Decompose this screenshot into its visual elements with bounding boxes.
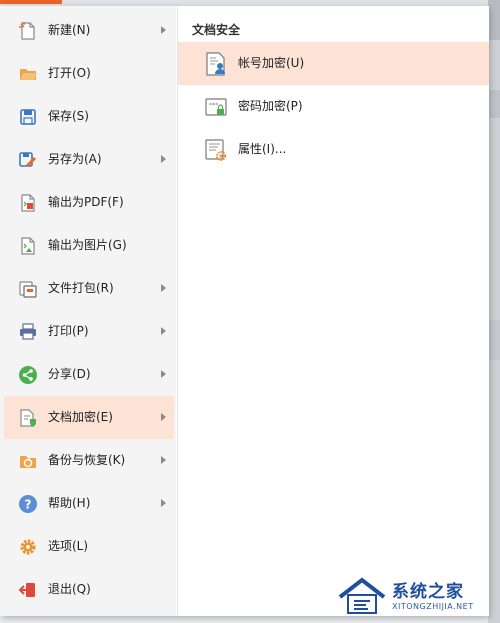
new-file-icon	[19, 22, 35, 40]
package-icon	[19, 281, 37, 298]
menu-item-label: 帮助(H)	[48, 496, 91, 510]
watermark-brand-name: 系统之家	[392, 582, 464, 602]
menu-item-package[interactable]: 文件打包(R)	[4, 267, 174, 310]
menu-item-label: 退出(Q)	[48, 582, 91, 596]
account-encrypt-icon	[206, 52, 225, 76]
svg-text:?: ?	[25, 498, 32, 512]
save-as-icon	[19, 152, 36, 167]
submenu-item-label: 帐号加密(U)	[238, 56, 305, 70]
menu-item-encrypt-document[interactable]: 文档加密(E)	[4, 396, 174, 439]
menu-item-share[interactable]: 分享(D)	[4, 353, 174, 396]
menu-item-save[interactable]: 保存(S)	[4, 95, 174, 138]
submenu-item-properties[interactable]: 属性(I)...	[178, 128, 489, 171]
menu-item-save-as[interactable]: 另存为(A)	[4, 138, 174, 181]
menu-item-options[interactable]: 选项(L)	[4, 525, 174, 568]
submenu-arrow-icon	[161, 413, 166, 421]
submenu-item-label: 密码加密(P)	[238, 99, 303, 113]
submenu-arrow-icon	[161, 327, 166, 335]
menu-item-label: 文档加密(E)	[48, 410, 113, 424]
house-logo-icon	[338, 577, 386, 614]
submenu-arrow-icon	[161, 456, 166, 464]
menu-item-label: 保存(S)	[48, 109, 89, 123]
options-gear-icon	[20, 539, 36, 555]
menu-item-label: 备份与恢复(K)	[48, 453, 126, 467]
submenu-item-password-encrypt[interactable]: *** 密码加密(P)	[178, 85, 489, 128]
svg-text:***: ***	[209, 102, 218, 109]
backup-restore-icon	[20, 456, 36, 468]
file-menu-left-pane: 新建(N) 打开(O) 保存(S) 另存为(A) 输出为PDF(F) 输出为图片…	[0, 6, 176, 616]
menu-item-print[interactable]: 打印(P)	[4, 310, 174, 353]
submenu-arrow-icon	[161, 155, 166, 163]
properties-icon	[205, 139, 226, 161]
export-pdf-icon	[21, 194, 35, 212]
menu-item-label: 打印(P)	[48, 324, 89, 338]
file-menu-popup: 新建(N) 打开(O) 保存(S) 另存为(A) 输出为PDF(F) 输出为图片…	[0, 6, 489, 616]
submenu-pane: 文档安全 帐号加密(U) *** 密码加密(P) 属性(I)...	[177, 6, 489, 616]
menu-item-label: 打开(O)	[48, 66, 91, 80]
menu-item-open[interactable]: 打开(O)	[4, 52, 174, 95]
submenu-section-title: 文档安全	[192, 23, 241, 37]
menu-item-label: 输出为图片(G)	[48, 238, 127, 252]
menu-item-new[interactable]: 新建(N)	[4, 9, 174, 52]
menu-item-exit[interactable]: 退出(Q)	[4, 568, 174, 611]
submenu-arrow-icon	[161, 499, 166, 507]
watermark-url: XITONGZHIJIA.NET	[392, 602, 474, 611]
menu-item-label: 另存为(A)	[48, 152, 102, 166]
menu-item-backup-restore[interactable]: 备份与恢复(K)	[4, 439, 174, 482]
export-image-icon	[21, 237, 35, 255]
submenu-item-label: 属性(I)...	[238, 142, 287, 156]
encrypt-document-icon	[20, 409, 36, 427]
password-encrypt-icon: ***	[205, 98, 227, 116]
menu-item-label: 输出为PDF(F)	[48, 195, 124, 209]
print-icon	[20, 323, 36, 340]
help-icon: ?	[19, 495, 37, 513]
exit-icon	[18, 583, 35, 597]
submenu-arrow-icon	[161, 370, 166, 378]
share-icon	[19, 366, 37, 384]
menu-item-export-pdf[interactable]: 输出为PDF(F)	[4, 181, 174, 224]
app-background-edge	[488, 0, 500, 623]
menu-item-export-image[interactable]: 输出为图片(G)	[4, 224, 174, 267]
menu-item-label: 分享(D)	[48, 367, 91, 381]
menu-item-help[interactable]: ? 帮助(H)	[4, 482, 174, 525]
submenu-arrow-icon	[161, 26, 166, 34]
app-menu-tab-accent	[0, 0, 62, 4]
site-watermark: 系统之家 XITONGZHIJIA.NET	[336, 575, 496, 619]
menu-item-label: 新建(N)	[48, 23, 91, 37]
submenu-item-account-encrypt[interactable]: 帐号加密(U)	[178, 42, 489, 85]
submenu-arrow-icon	[161, 284, 166, 292]
menu-item-label: 选项(L)	[48, 539, 89, 553]
save-icon	[20, 109, 36, 125]
open-folder-icon	[20, 69, 37, 80]
menu-item-label: 文件打包(R)	[48, 281, 114, 295]
